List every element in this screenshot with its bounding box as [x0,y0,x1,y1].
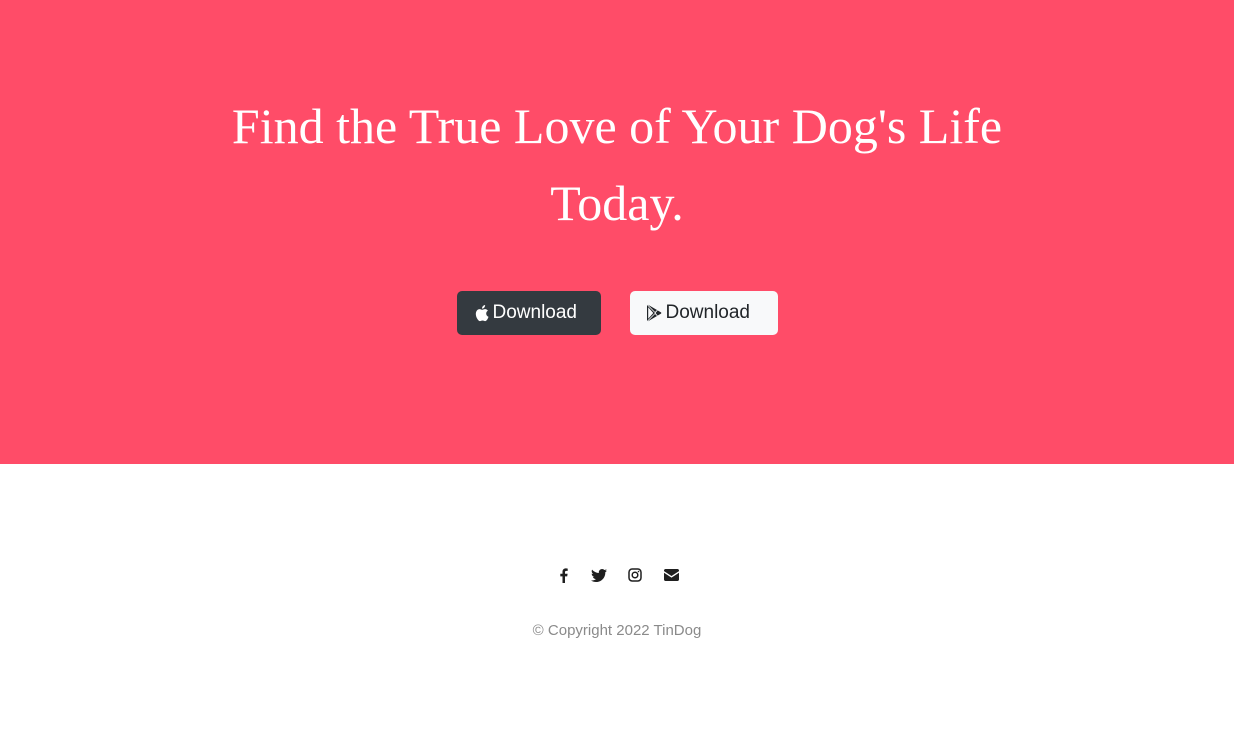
cta-section: Find the True Love of Your Dog's Life To… [0,0,1234,464]
apple-icon [473,304,489,322]
social-links [0,567,1234,583]
apple-download-button[interactable]: Download [456,291,601,335]
download-buttons: Download Download [0,291,1234,335]
google-play-download-label: Download [665,302,751,323]
twitter-icon[interactable] [591,567,607,583]
google-play-download-button[interactable]: Download [629,291,778,335]
cta-heading: Find the True Love of Your Dog's Life To… [231,98,1003,231]
footer: © Copyright 2022 TinDog [0,464,1234,729]
google-play-icon [646,304,662,322]
facebook-icon[interactable] [555,567,571,583]
copyright-text: © Copyright 2022 TinDog [532,622,702,639]
apple-download-label: Download [492,302,578,323]
instagram-icon[interactable] [627,567,643,583]
envelope-icon[interactable] [663,567,679,583]
